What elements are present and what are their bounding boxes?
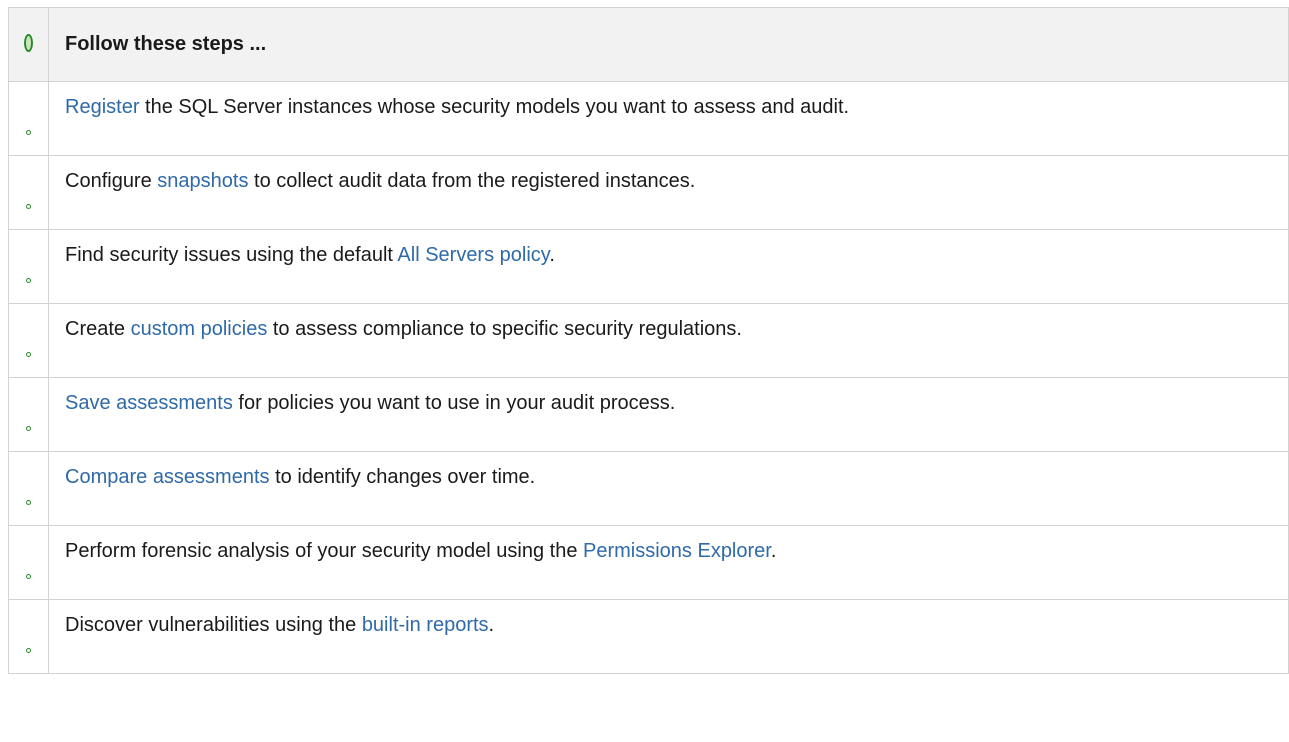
- step-link-register[interactable]: Register: [65, 96, 139, 118]
- bullet-icon: [26, 130, 31, 135]
- step-text: Perform forensic analysis of your securi…: [48, 525, 1289, 600]
- step-link-compare-assessments[interactable]: Compare assessments: [65, 466, 270, 488]
- step-text: Find security issues using the default A…: [48, 229, 1289, 304]
- table-row: Compare assessments to identify changes …: [8, 451, 1289, 526]
- step-link-all-servers-policy[interactable]: All Servers policy: [397, 244, 549, 266]
- table-row: Configure snapshots to collect audit dat…: [8, 155, 1289, 230]
- step-link-built-in-reports[interactable]: built-in reports: [362, 614, 489, 636]
- bullet-icon: [26, 648, 31, 653]
- table-row: Discover vulnerabilities using the built…: [8, 599, 1289, 674]
- step-text: Compare assessments to identify changes …: [48, 451, 1289, 526]
- leaf-icon: [24, 34, 33, 52]
- step-link-save-assessments[interactable]: Save assessments: [65, 392, 233, 414]
- header-icon-cell: [8, 7, 49, 82]
- bullet-icon: [26, 500, 31, 505]
- step-text: Save assessments for policies you want t…: [48, 377, 1289, 452]
- table-row: Create custom policies to assess complia…: [8, 303, 1289, 378]
- step-text: Configure snapshots to collect audit dat…: [48, 155, 1289, 230]
- table-row: Save assessments for policies you want t…: [8, 377, 1289, 452]
- table-row: Register the SQL Server instances whose …: [8, 81, 1289, 156]
- step-link-custom-policies[interactable]: custom policies: [131, 318, 268, 340]
- table-header-title: Follow these steps ...: [48, 7, 1289, 82]
- bullet-icon: [26, 278, 31, 283]
- step-text: Create custom policies to assess complia…: [48, 303, 1289, 378]
- table-row: Perform forensic analysis of your securi…: [8, 525, 1289, 600]
- bullet-icon: [26, 426, 31, 431]
- table-header-row: Follow these steps ...: [8, 7, 1289, 82]
- step-text: Register the SQL Server instances whose …: [48, 81, 1289, 156]
- bullet-icon: [26, 352, 31, 357]
- bullet-icon: [26, 204, 31, 209]
- step-text: Discover vulnerabilities using the built…: [48, 599, 1289, 674]
- step-link-snapshots[interactable]: snapshots: [157, 170, 248, 192]
- table-row: Find security issues using the default A…: [8, 229, 1289, 304]
- bullet-icon: [26, 574, 31, 579]
- step-link-permissions-explorer[interactable]: Permissions Explorer: [583, 540, 771, 562]
- steps-table: Follow these steps ... Register the SQL …: [8, 7, 1289, 674]
